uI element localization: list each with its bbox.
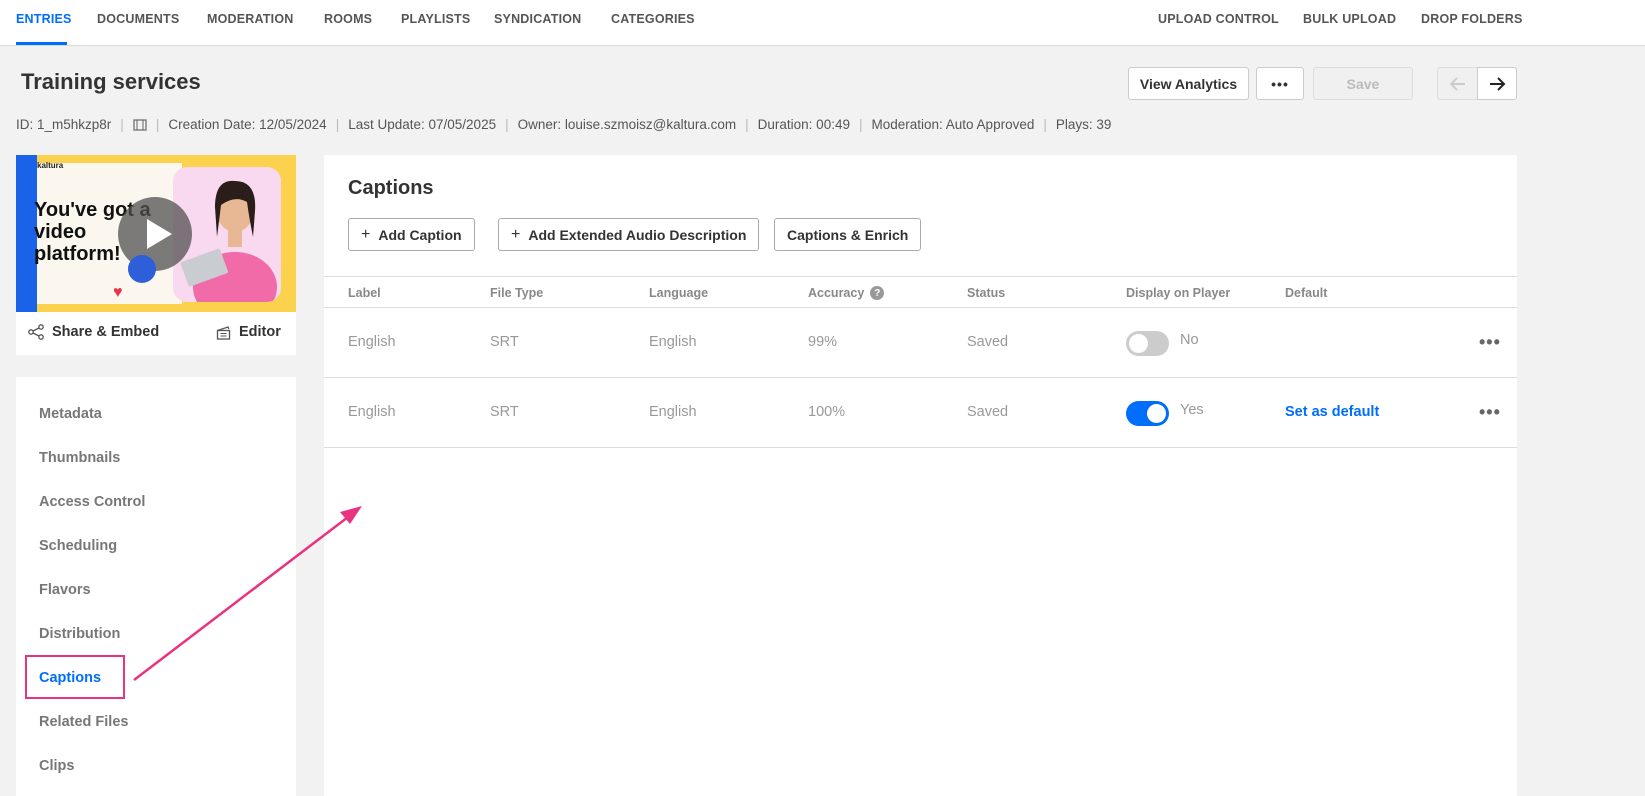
help-icon[interactable]: ? bbox=[870, 286, 885, 300]
nav-drop-folders[interactable]: DROP FOLDERS bbox=[1421, 12, 1523, 26]
share-embed-button[interactable]: Share & Embed bbox=[28, 324, 159, 340]
caption-label: English bbox=[348, 404, 396, 420]
next-entry-button[interactable] bbox=[1477, 67, 1517, 100]
nav-syndication[interactable]: SYNDICATION bbox=[494, 12, 581, 26]
caption-file-type: SRT bbox=[490, 404, 519, 420]
moderation-status: Moderation: Auto Approved bbox=[871, 117, 1035, 132]
caption-status: Saved bbox=[967, 334, 1009, 350]
column-file-type: File Type bbox=[490, 286, 544, 300]
play-button[interactable] bbox=[118, 197, 192, 271]
editor-label: Editor bbox=[239, 324, 281, 340]
video-thumbnail[interactable]: kaltura You've got a video platform! ♥ bbox=[16, 155, 296, 312]
caption-language: English bbox=[649, 404, 697, 420]
sidebar-item-clips[interactable]: Clips bbox=[39, 758, 74, 774]
plus-icon: + bbox=[361, 225, 371, 243]
column-status: Status bbox=[967, 286, 1006, 300]
heart-icon: ♥ bbox=[113, 284, 123, 301]
nav-upload-control[interactable]: UPLOAD CONTROL bbox=[1158, 12, 1279, 26]
entry-id: ID: 1_m5hkzp8r bbox=[16, 117, 112, 132]
sidebar-item-access-control[interactable]: Access Control bbox=[39, 494, 145, 510]
arrow-right-icon bbox=[1490, 76, 1506, 91]
entry-preview-card: kaltura You've got a video platform! ♥ S… bbox=[16, 155, 296, 355]
section-title: Captions bbox=[348, 177, 434, 199]
caption-label: English bbox=[348, 334, 396, 350]
column-display-on-player: Display on Player bbox=[1126, 286, 1231, 300]
sidebar-item-scheduling[interactable]: Scheduling bbox=[39, 538, 117, 554]
captions-panel: Captions + Add Caption + Add Extended Au… bbox=[324, 155, 1517, 796]
caption-accuracy: 99% bbox=[808, 334, 838, 350]
share-icon bbox=[28, 324, 44, 340]
view-analytics-button[interactable]: View Analytics bbox=[1128, 67, 1249, 100]
plays-count: Plays: 39 bbox=[1055, 117, 1112, 132]
nav-categories[interactable]: CATEGORIES bbox=[611, 12, 695, 26]
nav-bulk-upload[interactable]: BULK UPLOAD bbox=[1303, 12, 1396, 26]
display-on-player-toggle[interactable] bbox=[1126, 331, 1169, 356]
caption-accuracy: 100% bbox=[808, 404, 846, 420]
top-nav: ENTRIES DOCUMENTS MODERATION ROOMS PLAYL… bbox=[0, 0, 1645, 46]
caption-language: English bbox=[649, 334, 697, 350]
more-actions-button[interactable]: ••• bbox=[1256, 67, 1304, 100]
save-button[interactable]: Save bbox=[1313, 67, 1413, 100]
display-on-player-label: Yes bbox=[1180, 402, 1204, 418]
add-caption-button[interactable]: + Add Caption bbox=[348, 218, 475, 251]
page-title: Training services bbox=[21, 69, 201, 94]
sidebar-item-thumbnails[interactable]: Thumbnails bbox=[39, 450, 120, 466]
display-on-player-toggle[interactable] bbox=[1126, 401, 1169, 426]
sidebar-item-distribution[interactable]: Distribution bbox=[39, 626, 120, 642]
prev-entry-button[interactable] bbox=[1437, 67, 1477, 100]
column-accuracy: Accuracy ? bbox=[808, 286, 885, 300]
add-audio-description-button[interactable]: + Add Extended Audio Description bbox=[498, 218, 760, 251]
share-embed-label: Share & Embed bbox=[52, 324, 160, 340]
nav-rooms[interactable]: ROOMS bbox=[324, 12, 372, 26]
captions-table-header: Label File Type Language Accuracy ? Stat… bbox=[324, 276, 1517, 308]
entry-sections-menu: Metadata Thumbnails Access Control Sched… bbox=[16, 377, 296, 796]
creation-date: Creation Date: 12/05/2024 bbox=[168, 117, 327, 132]
sidebar-item-related-files[interactable]: Related Files bbox=[39, 714, 128, 730]
column-language: Language bbox=[649, 286, 709, 300]
set-as-default-link[interactable]: Set as default bbox=[1285, 404, 1379, 420]
table-row: English SRT English 100% Saved Yes Set a… bbox=[324, 378, 1517, 448]
nav-entries[interactable]: ENTRIES bbox=[16, 12, 72, 26]
last-update: Last Update: 07/05/2025 bbox=[348, 117, 497, 132]
plus-icon: + bbox=[511, 225, 521, 243]
arrow-left-icon bbox=[1449, 76, 1465, 91]
entry-metadata: ID: 1_m5hkzp8r | | Creation Date: 12/05/… bbox=[16, 117, 1112, 132]
clapping-hands-icon bbox=[128, 255, 156, 283]
video-type-icon bbox=[133, 118, 147, 131]
nav-documents[interactable]: DOCUMENTS bbox=[97, 12, 179, 26]
editor-button[interactable]: Editor bbox=[216, 324, 281, 340]
table-row: English SRT English 99% Saved No ••• bbox=[324, 308, 1517, 378]
kaltura-logo: kaltura bbox=[37, 161, 64, 170]
column-label: Label bbox=[348, 286, 381, 300]
nav-moderation[interactable]: MODERATION bbox=[207, 12, 294, 26]
captions-highlight-box bbox=[25, 655, 125, 699]
caption-status: Saved bbox=[967, 404, 1009, 420]
captions-enrich-button[interactable]: Captions & Enrich bbox=[774, 218, 922, 251]
clapperboard-icon bbox=[216, 325, 231, 340]
add-audio-description-label: Add Extended Audio Description bbox=[528, 226, 747, 243]
sidebar-item-flavors[interactable]: Flavors bbox=[39, 582, 91, 598]
play-icon bbox=[147, 219, 172, 249]
nav-playlists[interactable]: PLAYLISTS bbox=[401, 12, 470, 26]
add-caption-label: Add Caption bbox=[378, 226, 462, 243]
row-more-icon[interactable]: ••• bbox=[1479, 332, 1501, 353]
active-tab-indicator bbox=[16, 42, 67, 45]
display-on-player-label: No bbox=[1180, 332, 1199, 348]
duration: Duration: 00:49 bbox=[757, 117, 850, 132]
owner: Owner: louise.szmoisz@kaltura.com bbox=[517, 117, 737, 132]
column-default: Default bbox=[1285, 286, 1328, 300]
sidebar-item-metadata[interactable]: Metadata bbox=[39, 406, 102, 422]
row-more-icon[interactable]: ••• bbox=[1479, 402, 1501, 423]
caption-file-type: SRT bbox=[490, 334, 519, 350]
